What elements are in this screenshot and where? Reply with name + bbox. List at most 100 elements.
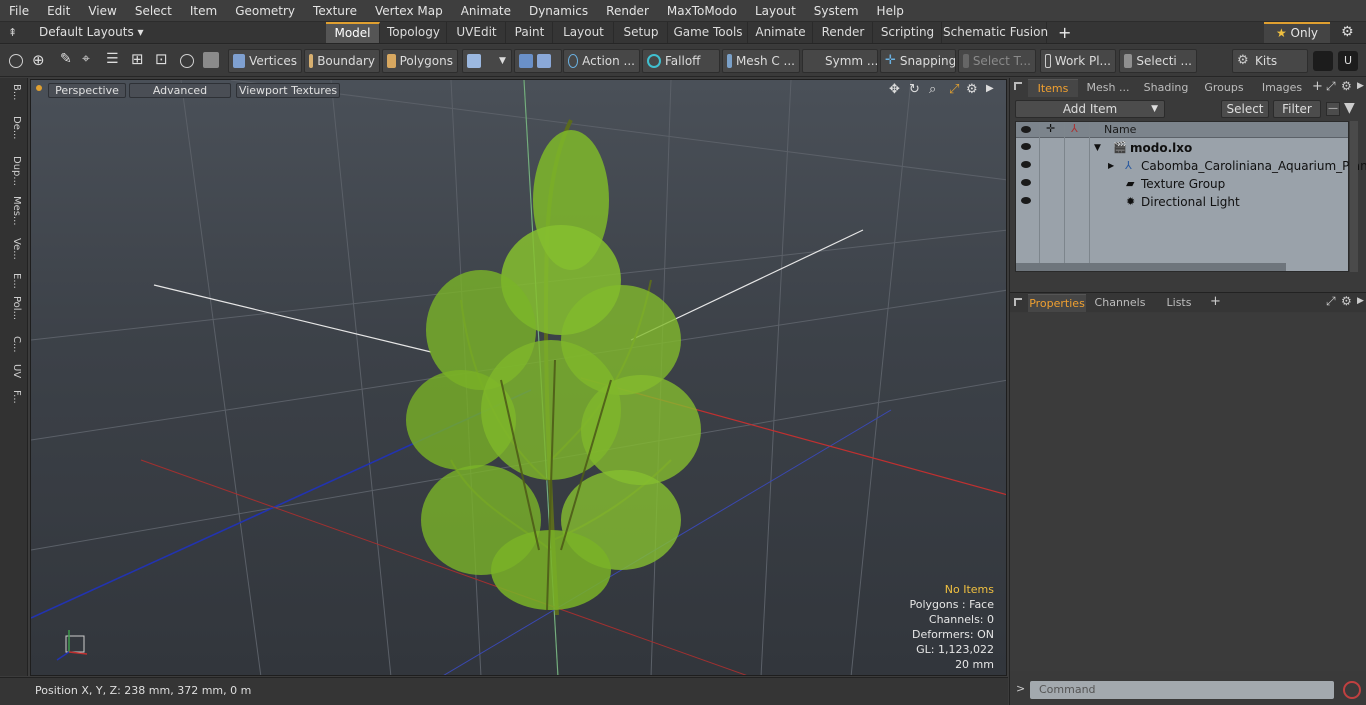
menu-texture[interactable]: Texture — [304, 0, 366, 22]
menu-file[interactable]: File — [0, 0, 38, 22]
tab-uvedit[interactable]: UVEdit — [448, 22, 506, 43]
select-through-button[interactable]: Select T... — [958, 49, 1036, 73]
add-tab-icon[interactable]: + — [1058, 23, 1071, 42]
center-icon[interactable]: ⊞ — [131, 50, 144, 68]
only-toggle[interactable]: ★ Only — [1264, 22, 1330, 43]
item-row-scene[interactable]: ▼ 🎬 modo.lxo — [1016, 139, 1348, 157]
vertices-button[interactable]: Vertices — [228, 49, 302, 73]
perspective-button[interactable]: Perspective — [48, 83, 126, 98]
menu-dynamics[interactable]: Dynamics — [520, 0, 597, 22]
menu-vertex-map[interactable]: Vertex Map — [366, 0, 452, 22]
add-props-tab-icon[interactable]: + — [1210, 294, 1221, 309]
visibility-eye-icon[interactable] — [1021, 161, 1031, 168]
polygons-button[interactable]: Polygons — [382, 49, 458, 73]
mesh-constraints-button[interactable]: Mesh C ... — [722, 49, 800, 73]
add-item-dropdown[interactable]: Add Item ▼ — [1015, 100, 1165, 118]
action-center-button[interactable]: Action ... — [563, 49, 640, 73]
viewport-textures-button[interactable]: Viewport Textures — [236, 83, 340, 98]
left-tab-vertex[interactable]: Ve... — [4, 238, 22, 270]
menu-system[interactable]: System — [805, 0, 868, 22]
viewport-gear-icon[interactable]: ⚙ — [966, 82, 978, 97]
select-circle-icon[interactable] — [9, 54, 23, 68]
panel-menu-icon[interactable]: ▶ — [1357, 81, 1364, 91]
tab-mesh[interactable]: Mesh ... — [1080, 79, 1136, 97]
filter-button[interactable]: Filter — [1273, 100, 1321, 118]
brush-icon[interactable]: ⌖ — [82, 51, 90, 67]
boundary-button[interactable]: Boundary — [304, 49, 380, 73]
left-tab-fusion[interactable]: F... — [4, 390, 22, 416]
funnel-icon[interactable]: ▼ — [1344, 100, 1355, 116]
tab-lists[interactable]: Lists — [1154, 294, 1204, 312]
left-tab-uv[interactable]: UV — [4, 364, 22, 388]
zoom-icon[interactable]: ⌕ — [929, 82, 936, 97]
props-expand-icon[interactable]: ⤢ — [1326, 294, 1336, 309]
menu-item[interactable]: Item — [181, 0, 226, 22]
globe-icon[interactable]: ⊕ — [32, 51, 45, 69]
default-layouts-dropdown[interactable]: Default Layouts ▾ — [39, 25, 144, 39]
maximize-icon[interactable]: ⤢ — [949, 82, 959, 97]
tab-animate[interactable]: Animate — [749, 22, 813, 43]
visibility-eye-icon[interactable] — [1021, 143, 1031, 150]
collapse-icon[interactable]: — — [1326, 102, 1340, 116]
gear-icon[interactable]: ⚙ — [1341, 24, 1354, 40]
layout-arrow-icon[interactable]: ⇞ — [8, 26, 17, 39]
menu-layout[interactable]: Layout — [746, 0, 805, 22]
tab-properties[interactable]: Properties — [1028, 294, 1086, 312]
command-input[interactable]: Command — [1030, 681, 1334, 699]
tab-channels[interactable]: Channels — [1090, 294, 1150, 312]
advanced-button[interactable]: Advanced — [129, 83, 231, 98]
tab-model[interactable]: Model — [326, 22, 380, 43]
menu-render[interactable]: Render — [597, 0, 658, 22]
work-plane-button[interactable]: Work Pl... — [1040, 49, 1116, 73]
left-tab-deform[interactable]: De... — [4, 116, 22, 152]
3d-viewport[interactable]: Perspective Advanced Viewport Textures ✥… — [30, 79, 1007, 676]
menu-maxtomodo[interactable]: MaxToModo — [658, 0, 746, 22]
menu-edit[interactable]: Edit — [38, 0, 79, 22]
props-gear-icon[interactable]: ⚙ — [1341, 294, 1352, 308]
visibility-eye-icon[interactable] — [1021, 197, 1031, 204]
snapping-button[interactable]: ✛ Snapping — [880, 49, 956, 73]
left-tab-duplicate[interactable]: Dup... — [4, 156, 22, 194]
expand-arrow-icon[interactable]: ▶ — [1108, 157, 1114, 175]
falloff-button[interactable]: Falloff — [642, 49, 720, 73]
pie-icon[interactable] — [180, 54, 194, 68]
tab-topology[interactable]: Topology — [381, 22, 447, 43]
tab-images[interactable]: Images — [1254, 79, 1310, 97]
tab-groups[interactable]: Groups — [1196, 79, 1252, 97]
pan-icon[interactable]: ✥ — [889, 82, 900, 97]
left-tab-edge[interactable]: E... — [4, 273, 22, 293]
add-panel-tab-icon[interactable]: + — [1312, 79, 1323, 94]
menu-select[interactable]: Select — [126, 0, 181, 22]
horizontal-scrollbar[interactable] — [1016, 263, 1286, 271]
rotate-icon[interactable]: ↻ — [909, 82, 920, 97]
menu-geometry[interactable]: Geometry — [226, 0, 304, 22]
unreal-icon[interactable]: U — [1338, 51, 1358, 71]
tab-game-tools[interactable]: Game Tools — [669, 22, 748, 43]
menu-view[interactable]: View — [79, 0, 125, 22]
selection-sets-button[interactable]: Selecti ... — [1119, 49, 1197, 73]
snap-target-icon[interactable]: ⊡ — [155, 50, 168, 68]
left-tab-basic[interactable]: B... — [4, 84, 22, 114]
symmetry-button[interactable]: Symm ... — [802, 49, 878, 73]
visibility-eye-icon[interactable] — [1021, 179, 1031, 186]
item-row-texture-group[interactable]: ▰ Texture Group — [1016, 175, 1348, 193]
collapse-arrow-icon[interactable]: ▼ — [1094, 139, 1101, 157]
record-macro-icon[interactable] — [1343, 681, 1361, 699]
align-icon[interactable]: ☰ — [106, 51, 119, 67]
props-menu-icon[interactable]: ▶ — [1357, 296, 1364, 306]
viewport-menu-arrow-icon[interactable]: ▶ — [986, 83, 994, 94]
left-tab-polygon[interactable]: Pol... — [4, 296, 22, 332]
symmetry-toggles[interactable] — [514, 49, 562, 73]
item-row-light[interactable]: ✹ Directional Light — [1016, 193, 1348, 211]
pen-icon[interactable]: ✎ — [60, 51, 72, 67]
item-row-mesh[interactable]: ▶ ⅄ Cabomba_Caroliniana_Aquarium_Plant — [1016, 157, 1366, 175]
tab-setup[interactable]: Setup — [615, 22, 668, 43]
tab-shading[interactable]: Shading — [1138, 79, 1194, 97]
select-button[interactable]: Select — [1221, 100, 1269, 118]
panel-expand-icon[interactable]: ⤢ — [1326, 79, 1336, 94]
left-tab-mesh-edit[interactable]: Mes... — [4, 196, 22, 236]
tab-schematic-fusion[interactable]: Schematic Fusion — [943, 22, 1048, 43]
tab-layout[interactable]: Layout — [554, 22, 614, 43]
item-mode-icon[interactable] — [203, 52, 219, 68]
left-tab-curve[interactable]: C... — [4, 336, 22, 360]
